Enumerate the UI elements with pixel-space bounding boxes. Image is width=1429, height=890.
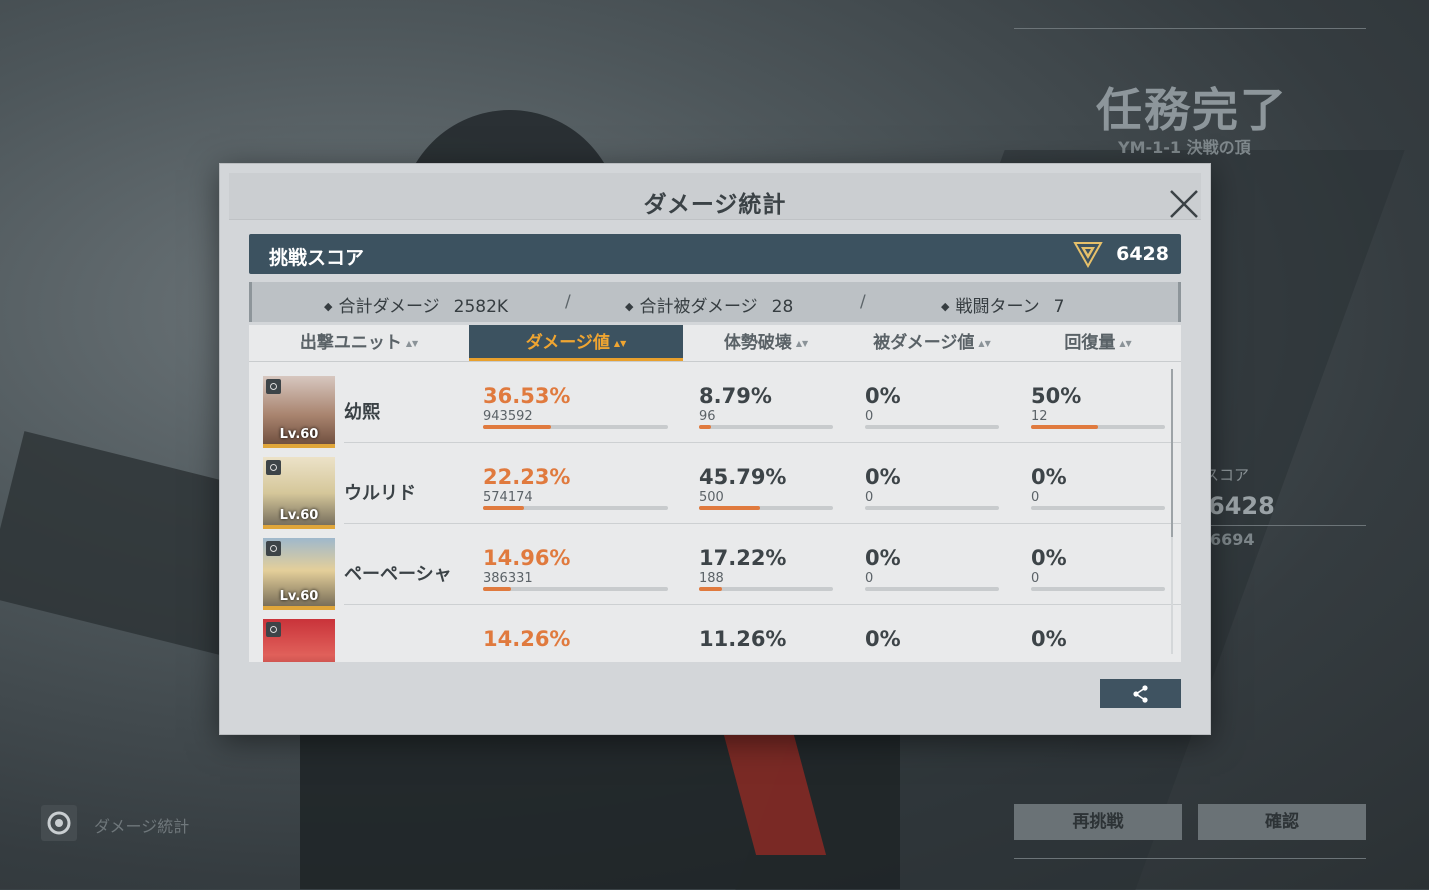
unit-type-icon bbox=[266, 622, 281, 637]
heal-bar bbox=[1031, 425, 1165, 429]
damage-cell: 36.53% 943592 bbox=[483, 384, 668, 429]
column-header-damage[interactable]: ダメージ値 ▲▼ bbox=[469, 325, 683, 361]
table-row[interactable]: Lv.60 ウルリド 22.23% 574174 45.79% 500 0% 0… bbox=[249, 443, 1181, 529]
damage-cell: 14.96% 386331 bbox=[483, 546, 668, 591]
share-button[interactable] bbox=[1100, 679, 1181, 708]
score-rank-icon bbox=[1073, 242, 1103, 268]
confirm-button[interactable]: 確認 bbox=[1198, 804, 1366, 840]
diamond-icon: ◆ bbox=[941, 300, 950, 313]
result-best-score: 6694 bbox=[1210, 530, 1255, 549]
damage-stats-shortcut-button[interactable] bbox=[41, 805, 77, 841]
taken-bar bbox=[865, 425, 999, 429]
sort-icon: ▲▼ bbox=[613, 339, 627, 348]
total-taken-stat: ◆ 合計被ダメージ 28 bbox=[625, 297, 794, 317]
break-cell: 45.79% 500 bbox=[699, 465, 833, 510]
heal-cell: 0% 0 bbox=[1031, 465, 1165, 510]
result-divider bbox=[1014, 858, 1366, 859]
unit-avatar: Lv.60 bbox=[263, 538, 335, 610]
diamond-icon: ◆ bbox=[324, 300, 333, 313]
taken-bar bbox=[865, 587, 999, 591]
unit-avatar: Lv.60 bbox=[263, 376, 335, 448]
heal-bar bbox=[1031, 506, 1165, 510]
column-header-taken[interactable]: 被ダメージ値 ▲▼ bbox=[849, 325, 1015, 361]
unit-level: Lv.60 bbox=[279, 508, 319, 523]
damage-stats-dialog: ダメージ統計 挑戦スコア 6428 ◆ 合計ダメージ 2582K / ◆ 合計被ダメー… bbox=[220, 164, 1210, 734]
unit-level: Lv.60 bbox=[279, 427, 319, 442]
unit-avatar bbox=[263, 619, 335, 662]
result-divider bbox=[1014, 28, 1366, 29]
table-scrollbar-thumb[interactable] bbox=[1171, 369, 1173, 537]
column-header-break[interactable]: 体勢破壊 ▲▼ bbox=[683, 325, 849, 361]
column-header-heal[interactable]: 回復量 ▲▼ bbox=[1015, 325, 1181, 361]
result-score: 6428 bbox=[1208, 492, 1275, 520]
heal-bar bbox=[1031, 587, 1165, 591]
damage-stats-shortcut-label: ダメージ統計 bbox=[94, 817, 190, 836]
heal-cell: 0% bbox=[1031, 627, 1067, 651]
sort-icon: ▲▼ bbox=[405, 339, 419, 348]
heal-cell: 50% 12 bbox=[1031, 384, 1165, 429]
close-button[interactable] bbox=[1167, 187, 1201, 221]
sort-icon: ▲▼ bbox=[795, 339, 809, 348]
unit-type-icon bbox=[266, 379, 281, 394]
taken-cell: 0% 0 bbox=[865, 465, 999, 510]
damage-cell: 22.23% 574174 bbox=[483, 465, 668, 510]
column-header-unit[interactable]: 出撃ユニット ▲▼ bbox=[249, 325, 469, 361]
challenge-score-bar: 挑戦スコア 6428 bbox=[249, 234, 1181, 274]
unit-type-icon bbox=[266, 541, 281, 556]
damage-cell: 14.26% bbox=[483, 627, 571, 651]
result-subtitle: YM-1-1 決戦の頂 bbox=[1118, 138, 1251, 157]
sort-icon: ▲▼ bbox=[978, 339, 991, 348]
unit-type-icon bbox=[266, 460, 281, 475]
dialog-title: ダメージ統計 bbox=[643, 192, 787, 218]
battle-stats-bar: ◆ 合計ダメージ 2582K / ◆ 合計被ダメージ 28 / ◆ 戦闘ターン 7 bbox=[249, 282, 1181, 322]
retry-button[interactable]: 再挑戦 bbox=[1014, 804, 1182, 840]
break-cell: 17.22% 188 bbox=[699, 546, 833, 591]
unit-level: Lv.60 bbox=[279, 589, 319, 604]
challenge-score-value: 6428 bbox=[1116, 243, 1169, 265]
taken-cell: 0% bbox=[865, 627, 901, 651]
result-title: 任務完了 bbox=[1096, 83, 1288, 137]
sort-icon: ▲▼ bbox=[1119, 339, 1132, 348]
table-row[interactable]: 14.26% 11.26% 0% 0% bbox=[249, 605, 1181, 662]
taken-cell: 0% 0 bbox=[865, 546, 999, 591]
total-damage-stat: ◆ 合計ダメージ 2582K bbox=[324, 297, 509, 317]
taken-cell: 0% 0 bbox=[865, 384, 999, 429]
diamond-icon: ◆ bbox=[625, 300, 634, 313]
break-bar bbox=[699, 506, 833, 510]
unit-name: ペーペーシャ bbox=[344, 564, 452, 585]
unit-name: ウルリド bbox=[344, 483, 416, 504]
aperture-icon bbox=[47, 811, 71, 835]
result-score-label: スコア bbox=[1204, 466, 1250, 484]
break-bar bbox=[699, 425, 833, 429]
unit-name: 幼熙 bbox=[344, 402, 380, 423]
table-row[interactable]: Lv.60 ペーペーシャ 14.96% 386331 17.22% 188 0%… bbox=[249, 524, 1181, 610]
taken-bar bbox=[865, 506, 999, 510]
challenge-score-label: 挑戦スコア bbox=[269, 247, 365, 269]
unit-stats-table[interactable]: Lv.60 幼熙 36.53% 943592 8.79% 96 0% 0 50% bbox=[249, 362, 1181, 662]
close-icon bbox=[1170, 190, 1198, 218]
damage-bar bbox=[483, 506, 668, 510]
stat-separator: / bbox=[565, 292, 571, 312]
break-bar bbox=[699, 587, 833, 591]
break-cell: 11.26% bbox=[699, 627, 787, 651]
break-cell: 8.79% 96 bbox=[699, 384, 833, 429]
table-row[interactable]: Lv.60 幼熙 36.53% 943592 8.79% 96 0% 0 50% bbox=[249, 362, 1181, 448]
battle-turns-stat: ◆ 戦闘ターン 7 bbox=[941, 297, 1065, 317]
damage-bar bbox=[483, 587, 668, 591]
table-header: 出撃ユニット ▲▼ ダメージ値 ▲▼ 体勢破壊 ▲▼ 被ダメージ値 ▲▼ 回復量 ▲▼ bbox=[249, 325, 1181, 362]
heal-cell: 0% 0 bbox=[1031, 546, 1165, 591]
unit-avatar: Lv.60 bbox=[263, 457, 335, 529]
stat-separator: / bbox=[860, 292, 866, 312]
damage-bar bbox=[483, 425, 668, 429]
share-icon bbox=[1132, 684, 1148, 703]
dialog-header: ダメージ統計 bbox=[229, 173, 1201, 220]
